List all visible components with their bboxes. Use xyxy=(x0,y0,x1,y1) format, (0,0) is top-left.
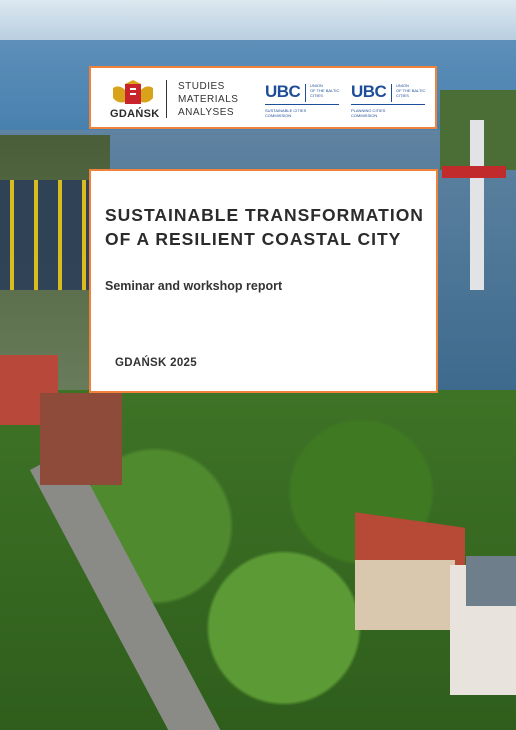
header-logo-panel: GDAŃSK STUDIES MATERIALS ANALYSES UBC UN… xyxy=(89,66,437,129)
tagline-line: CITIES xyxy=(310,93,323,98)
ubc-tagline: UNION OF THE BALTIC CITIES xyxy=(396,83,425,98)
commission-line: COMMISSION xyxy=(351,113,378,118)
ubc-acronym: UBC xyxy=(351,82,387,101)
ubc-planning-logo: UBC UNION OF THE BALTIC CITIES PLANNING … xyxy=(351,82,425,118)
tagline-line: CITIES xyxy=(396,93,409,98)
series-line: MATERIALS xyxy=(178,94,239,105)
villa xyxy=(355,560,455,630)
series-label: STUDIES MATERIALS ANALYSES xyxy=(178,80,238,119)
divider xyxy=(391,84,392,102)
commission-line: COMMISSION xyxy=(265,113,292,118)
gdansk-crest-icon xyxy=(113,80,153,104)
commission-name: PLANNING CITIES COMMISSION xyxy=(351,108,385,118)
sky xyxy=(0,0,516,42)
commission-name: SUSTAINABLE CITIES COMMISSION xyxy=(265,108,306,118)
ubc-tagline: UNION OF THE BALTIC CITIES xyxy=(310,83,339,98)
divider xyxy=(305,84,306,102)
divider xyxy=(166,80,167,118)
harbor-crane xyxy=(470,120,484,290)
place-year: GDAŃSK 2025 xyxy=(115,357,197,369)
shipyard-cranes xyxy=(0,180,90,290)
city-name: GDAŃSK xyxy=(110,108,160,120)
title-panel: SUSTAINABLE TRANSFORMATION OF A RESILIEN… xyxy=(89,169,438,393)
report-title: SUSTAINABLE TRANSFORMATION OF A RESILIEN… xyxy=(105,203,424,251)
divider xyxy=(265,104,339,105)
white-building-roof xyxy=(466,556,516,606)
series-line: STUDIES xyxy=(178,81,225,92)
title-line: OF A RESILIENT COASTAL CITY xyxy=(105,229,402,249)
title-line: SUSTAINABLE TRANSFORMATION xyxy=(105,205,424,225)
brick-building xyxy=(40,393,122,485)
ship xyxy=(442,166,506,178)
ubc-sustainable-logo: UBC UNION OF THE BALTIC CITIES SUSTAINAB… xyxy=(265,82,339,118)
series-line: ANALYSES xyxy=(178,107,235,118)
divider xyxy=(351,104,425,105)
ubc-acronym: UBC xyxy=(265,82,301,101)
report-subtitle: Seminar and workshop report xyxy=(105,279,283,293)
